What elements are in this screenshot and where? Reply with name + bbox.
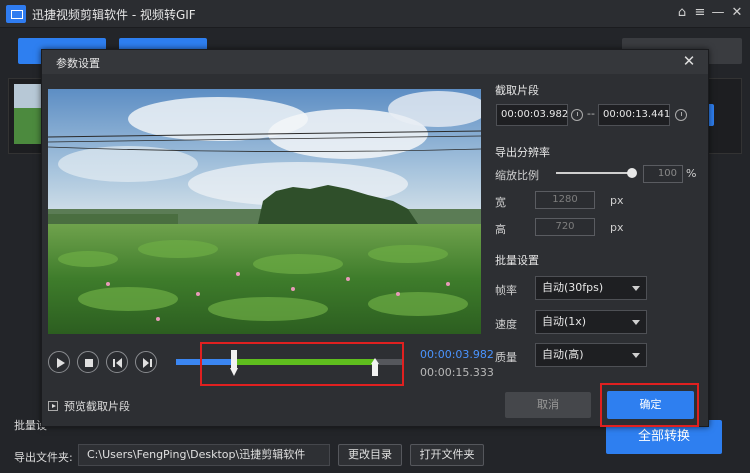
- video-frame-image: [48, 89, 481, 334]
- file-thumbnail: [14, 84, 44, 144]
- height-unit: px: [610, 221, 624, 234]
- scale-slider[interactable]: [556, 172, 634, 174]
- chevron-down-icon: [632, 286, 640, 291]
- step-back-icon: [113, 358, 122, 368]
- fps-select-value: 自动(30fps): [542, 281, 604, 294]
- previous-frame-button[interactable]: [106, 351, 128, 373]
- dialog-title: 参数设置: [56, 57, 100, 70]
- output-path-field[interactable]: C:\Users\FengPing\Desktop\迅捷剪辑软件: [78, 444, 330, 466]
- scale-unit: %: [686, 167, 697, 180]
- dialog-close-icon[interactable]: ✕: [680, 52, 698, 70]
- scale-label: 缩放比例: [495, 169, 539, 182]
- minimize-icon[interactable]: —: [710, 5, 726, 21]
- preview-clip-toggle[interactable]: 预览截取片段: [48, 398, 130, 414]
- clip-start-input[interactable]: 00:00:03.982: [496, 104, 568, 126]
- fps-label: 帧率: [495, 284, 517, 297]
- fps-select[interactable]: 自动(30fps): [535, 276, 647, 300]
- video-preview[interactable]: [48, 89, 481, 334]
- chevron-down-icon: [632, 320, 640, 325]
- quality-label: 质量: [495, 351, 517, 364]
- chevron-down-icon: [632, 353, 640, 358]
- clip-separator: --: [587, 107, 595, 120]
- start-reset-icon[interactable]: [571, 109, 583, 121]
- height-label: 高: [495, 223, 506, 236]
- width-input[interactable]: 1280: [535, 191, 595, 209]
- scale-input[interactable]: 100: [643, 165, 683, 183]
- total-time: 00:00:15.333: [420, 366, 494, 379]
- app-logo-icon: [6, 5, 26, 23]
- height-input[interactable]: 720: [535, 218, 595, 236]
- play-icon: [57, 358, 65, 368]
- output-folder-label: 导出文件夹:: [14, 451, 73, 464]
- quality-select[interactable]: 自动(高): [535, 343, 647, 367]
- open-folder-button[interactable]: 打开文件夹: [410, 444, 484, 466]
- quality-select-value: 自动(高): [542, 348, 584, 361]
- change-directory-button[interactable]: 更改目录: [338, 444, 402, 466]
- step-forward-icon: [143, 358, 152, 368]
- cancel-button[interactable]: 取消: [505, 392, 591, 418]
- dialog-header: [42, 50, 708, 74]
- resolution-section-title: 导出分辨率: [495, 146, 550, 159]
- clip-section-title: 截取片段: [495, 84, 539, 97]
- app-title: 迅捷视频剪辑软件 - 视频转GIF: [32, 8, 196, 22]
- timeline-highlight-box: [200, 342, 404, 386]
- speed-select[interactable]: 自动(1x): [535, 310, 647, 334]
- window-close-icon[interactable]: ✕: [729, 5, 745, 21]
- end-reset-icon[interactable]: [675, 109, 687, 121]
- next-frame-button[interactable]: [135, 351, 157, 373]
- scale-slider-knob[interactable]: [627, 168, 637, 178]
- width-unit: px: [610, 194, 624, 207]
- preview-clip-label: 预览截取片段: [64, 400, 130, 413]
- stop-button[interactable]: [77, 351, 99, 373]
- width-label: 宽: [495, 196, 506, 209]
- preview-play-icon: [48, 401, 58, 411]
- stop-icon: [85, 359, 93, 367]
- menu-icon[interactable]: ≡: [692, 5, 708, 21]
- play-button[interactable]: [48, 351, 70, 373]
- confirm-highlight-box: [600, 383, 699, 427]
- speed-label: 速度: [495, 318, 517, 331]
- clip-end-input[interactable]: 00:00:13.441: [598, 104, 670, 126]
- current-time: 00:00:03.982: [420, 348, 494, 361]
- speed-select-value: 自动(1x): [542, 315, 587, 328]
- batch-section-title: 批量设置: [495, 254, 539, 267]
- home-icon[interactable]: ⌂: [674, 5, 690, 21]
